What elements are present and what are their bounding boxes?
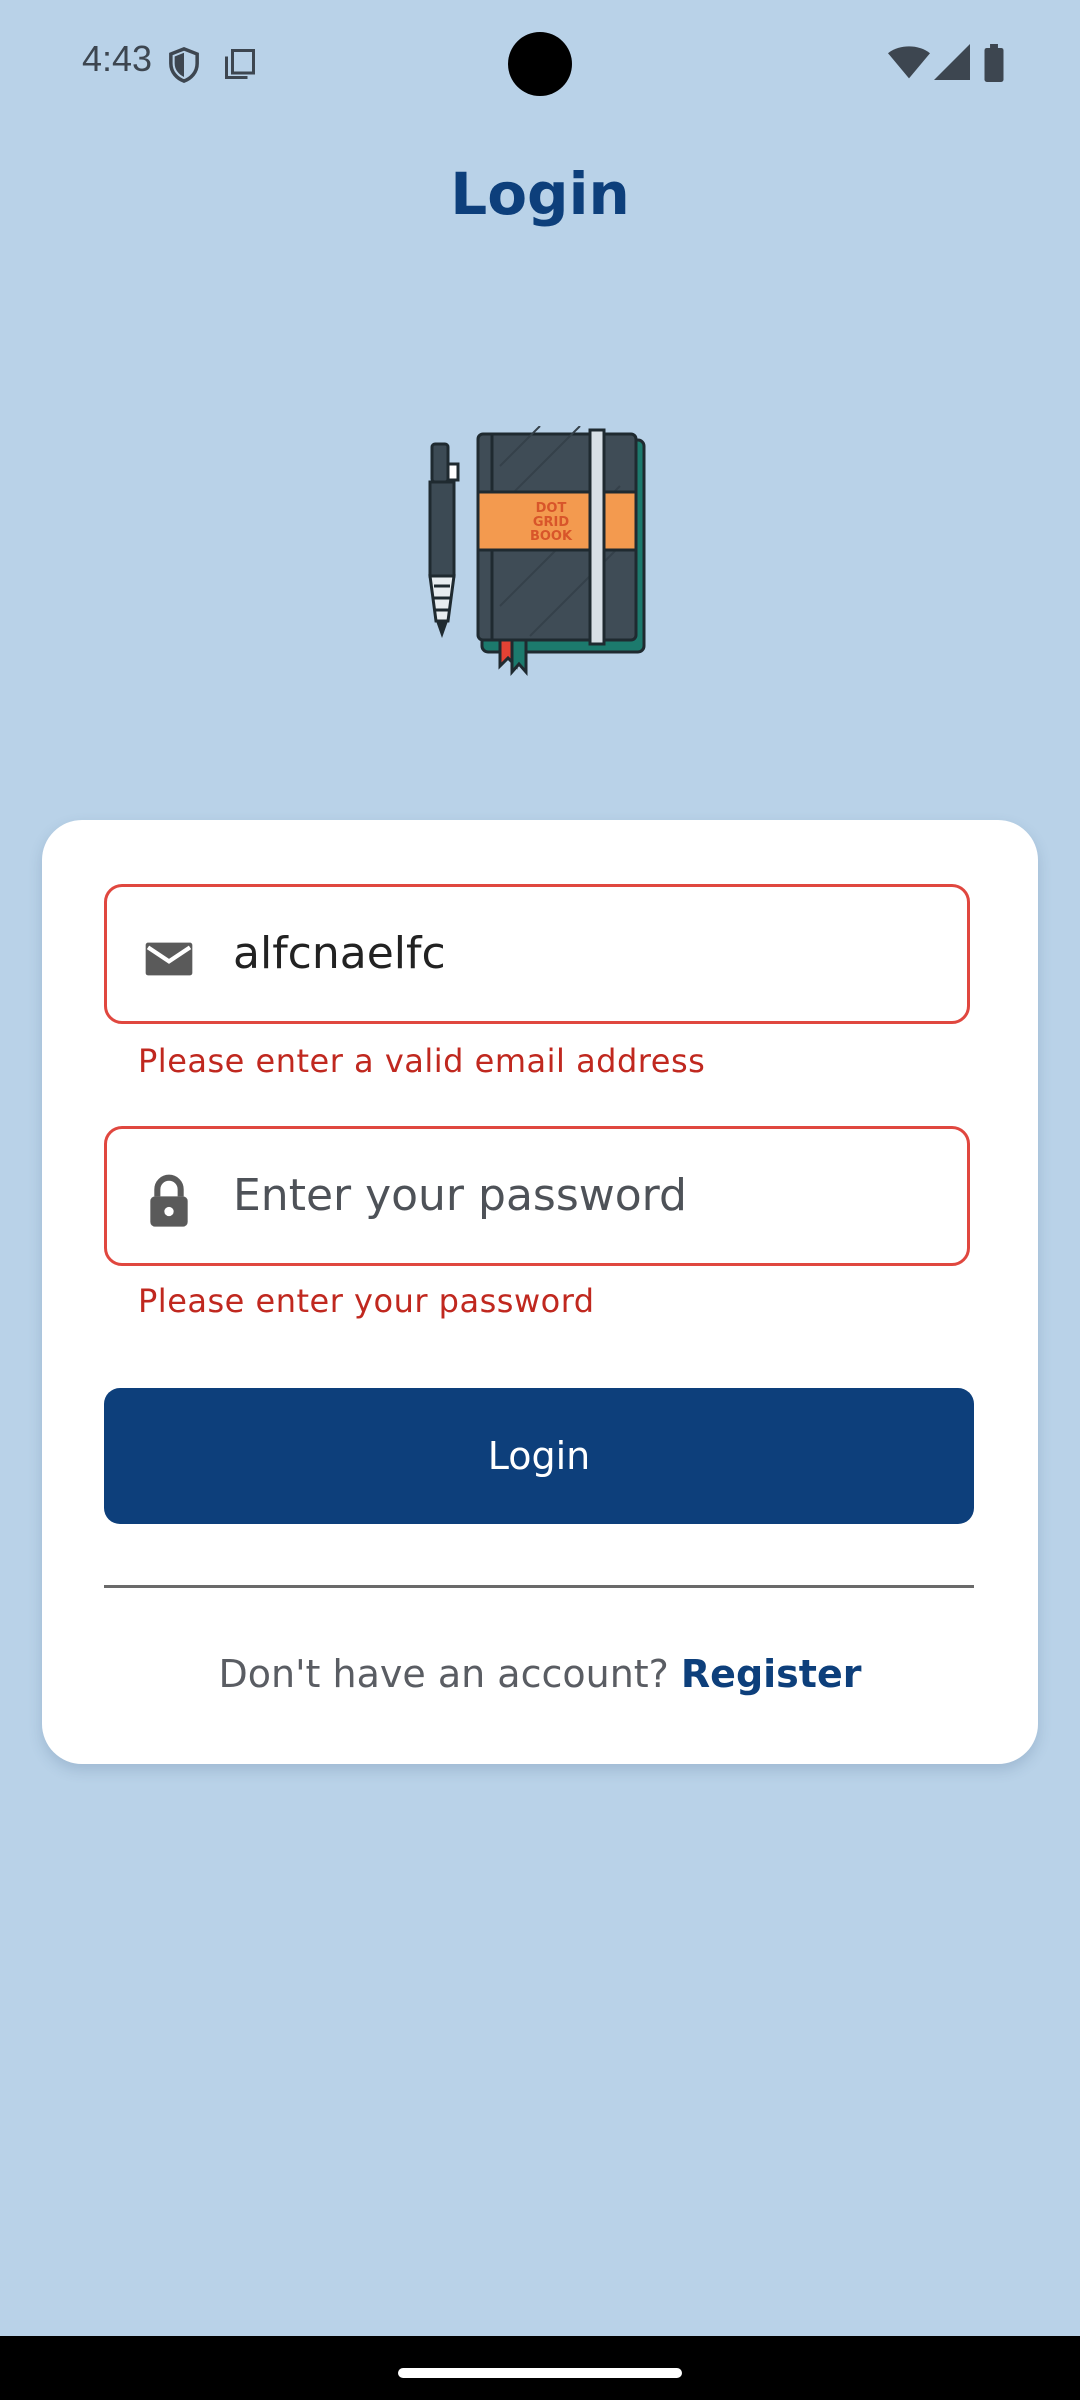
password-input[interactable]: Enter your password xyxy=(233,1129,687,1263)
shield-icon xyxy=(169,47,199,83)
email-field[interactable]: alfcnaelfc xyxy=(104,884,970,1024)
page-title: Login xyxy=(450,160,630,228)
login-card: alfcnaelfc Please enter a valid email ad… xyxy=(42,820,1038,1764)
pen-icon xyxy=(428,442,460,638)
email-input[interactable]: alfcnaelfc xyxy=(233,887,446,1021)
battery-icon xyxy=(984,44,1004,82)
copy-icon xyxy=(225,49,255,79)
register-row: Don't have an account? Register xyxy=(42,1652,1038,1696)
logo-text-book: BOOK xyxy=(530,529,573,544)
logo-text-grid: GRID xyxy=(533,515,570,530)
password-field[interactable]: Enter your password xyxy=(104,1126,970,1266)
divider xyxy=(104,1585,974,1588)
status-time: 4:43 xyxy=(82,38,153,79)
front-camera xyxy=(508,32,572,96)
login-button[interactable]: Login xyxy=(104,1388,974,1524)
wifi-icon xyxy=(888,46,930,79)
signal-icon xyxy=(934,44,970,80)
home-gesture-handle[interactable] xyxy=(398,2368,682,2378)
password-error-text: Please enter your password xyxy=(138,1282,595,1320)
email-error-text: Please enter a valid email address xyxy=(138,1042,706,1080)
register-prompt: Don't have an account? xyxy=(218,1652,681,1696)
lock-icon xyxy=(150,1174,188,1227)
logo-text-dot: DOT xyxy=(536,501,567,516)
mail-icon xyxy=(145,942,193,976)
notebook-pen-logo: DOT GRID BOOK xyxy=(428,426,646,676)
register-link[interactable]: Register xyxy=(681,1652,862,1696)
status-bar: 4:43 xyxy=(0,0,1080,128)
